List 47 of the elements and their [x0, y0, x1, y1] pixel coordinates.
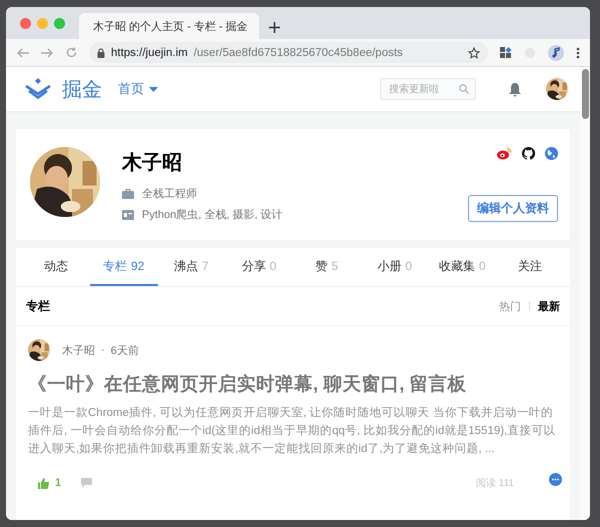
lock-icon	[97, 48, 105, 58]
weibo-icon[interactable]	[497, 147, 512, 160]
bell-icon[interactable]	[508, 82, 522, 96]
search-icon[interactable]	[459, 84, 469, 94]
logo-text[interactable]: 掘金	[62, 76, 102, 102]
post-title[interactable]: 《一叶》在任意网页开启实时弹幕, 聊天窗口, 留言板	[28, 371, 560, 396]
globe-icon[interactable]	[545, 147, 558, 160]
like-count: 1	[55, 477, 62, 489]
profile-tab[interactable]: 关注	[496, 248, 564, 286]
read-count: 阅读 111	[476, 476, 514, 490]
sort-link[interactable]: 最新	[538, 298, 560, 314]
scrollbar-thumb[interactable]	[582, 69, 588, 119]
profile-tab[interactable]: 专栏 92	[90, 248, 158, 286]
profile-tab[interactable]: 分享 0	[225, 248, 293, 286]
author-name[interactable]: 木子昭	[62, 342, 95, 358]
id-card-icon	[122, 210, 134, 220]
reload-icon[interactable]	[66, 47, 77, 58]
close-window-button[interactable]	[20, 18, 31, 28]
post-time: 6天前	[110, 344, 139, 358]
browser-tab[interactable]: 木子昭 的个人主页 - 专栏 - 掘金	[79, 13, 259, 39]
back-icon[interactable]	[16, 48, 29, 58]
interest-tags: Python爬虫, 全栈, 摄影, 设计	[142, 207, 283, 222]
section-title: 专栏	[26, 298, 50, 314]
nav-dropdown[interactable]: 首页	[118, 80, 158, 98]
address-field[interactable]: https://juejin.im /user/5ae8fd67518825670c45b8ee/posts	[89, 42, 488, 63]
profile-tab[interactable]: 收藏集 0	[428, 248, 496, 286]
chat-bubble-icon[interactable]	[549, 473, 562, 486]
caret-icon[interactable]	[149, 86, 158, 92]
edit-profile-button[interactable]: 编辑个人资料	[468, 195, 558, 222]
profile-tab[interactable]: 沸点 7	[158, 248, 226, 286]
github-icon[interactable]	[522, 147, 535, 160]
chevrons-icon[interactable]	[24, 78, 52, 100]
forward-icon[interactable]	[41, 48, 54, 58]
star-icon[interactable]	[468, 46, 480, 58]
job-title: 全栈工程师	[142, 187, 197, 201]
profile-icon[interactable]	[548, 44, 564, 60]
profile-tab[interactable]: 小册 0	[360, 248, 428, 286]
post-excerpt: 一叶是一款Chrome插件, 可以为任意网页开启聊天室, 让你随时随地可以聊天 当你下载并启动一叶的插件后, 一叶会自动给你分配一个id(这里的id相当于早期的qq号, 比如我分配的id就是15519),直接可以进入聊天,如果你把插件卸载再重新安装,就不一定能找回原来的id了,为了避免这种问题, ...	[28, 405, 556, 457]
briefcase-icon	[122, 188, 134, 198]
plus-icon[interactable]	[269, 22, 280, 33]
thumbs-up-icon[interactable]	[38, 478, 49, 488]
profile-tab[interactable]: 动态	[22, 248, 90, 286]
user-name: 木子昭	[122, 151, 183, 176]
search-field[interactable]: 搜索更新啦	[380, 78, 476, 100]
separator-dot: ·	[101, 344, 105, 356]
profile-tab[interactable]: 赞 5	[293, 248, 361, 286]
more-icon[interactable]	[576, 46, 580, 58]
